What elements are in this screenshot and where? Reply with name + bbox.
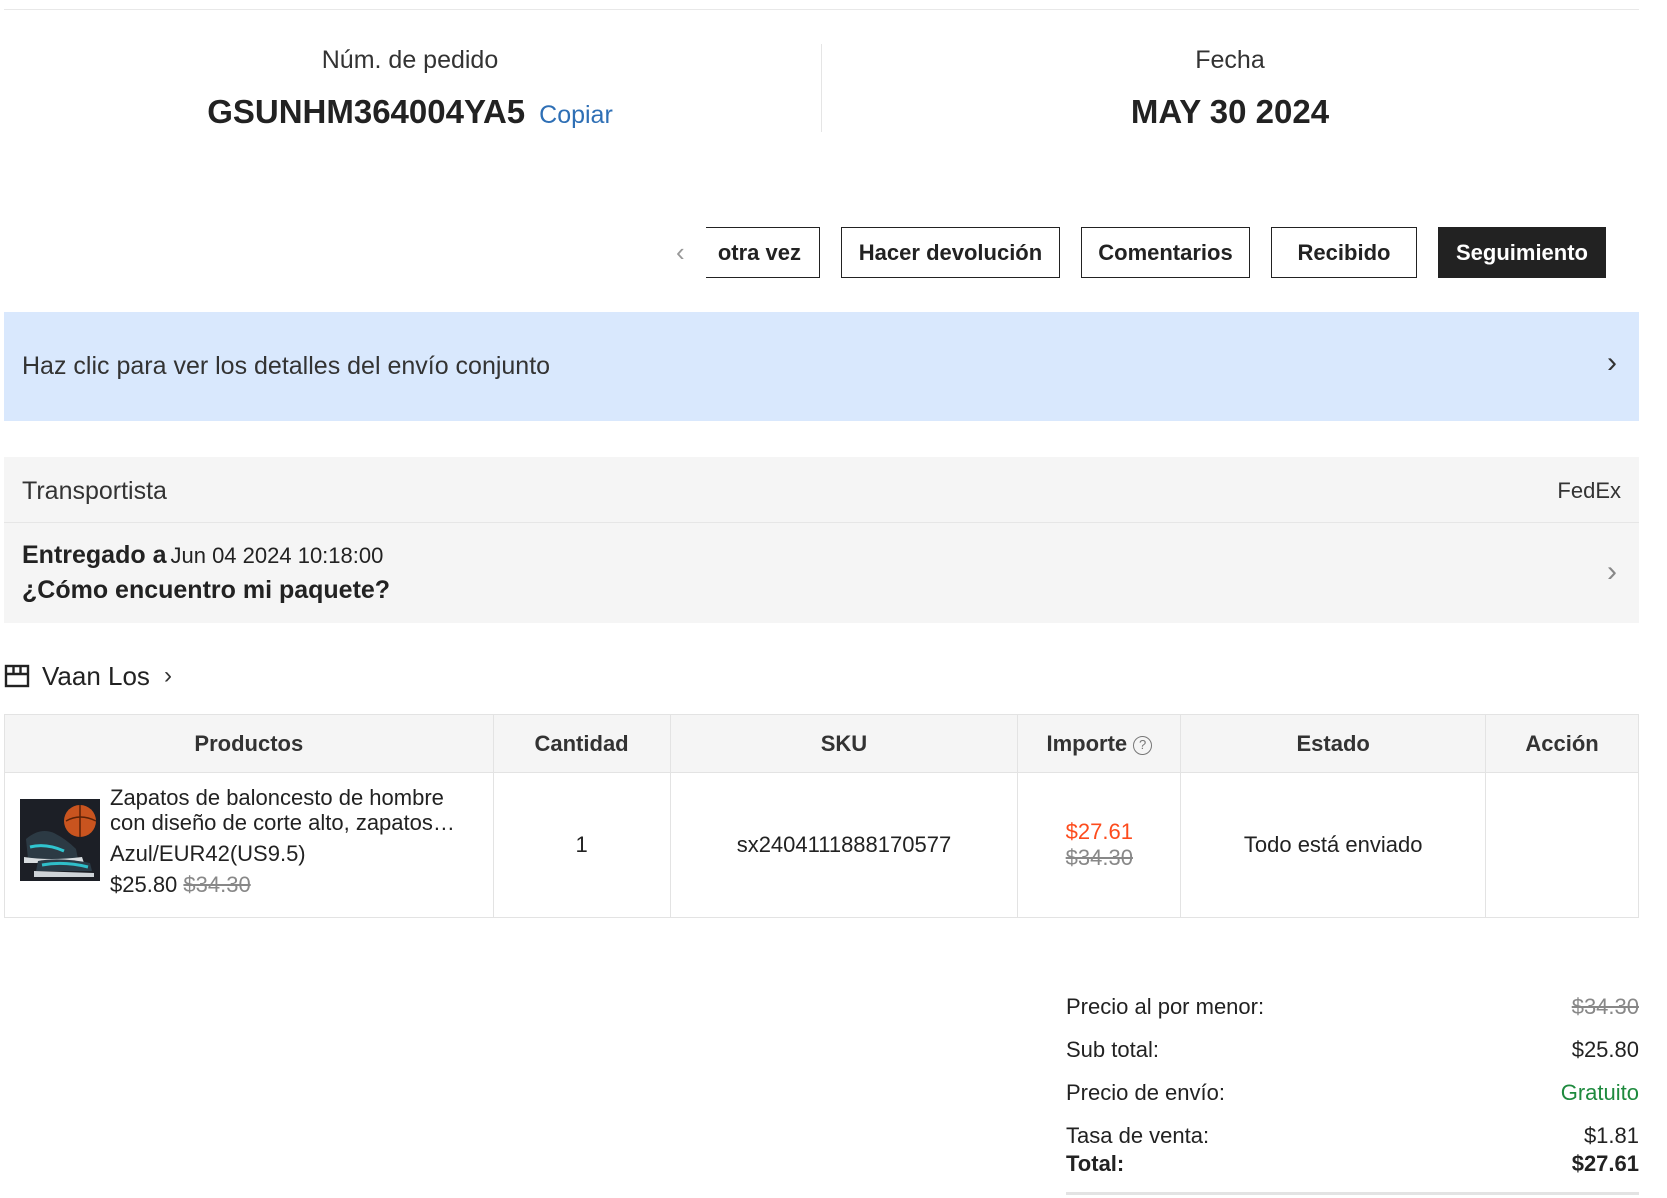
order-number-label: Núm. de pedido [321, 46, 499, 74]
received-button[interactable]: Recibido [1271, 227, 1417, 278]
retail-price-label: Precio al por menor: [1066, 994, 1265, 1019]
banner-text: Haz clic para ver los detalles del envío… [22, 352, 551, 380]
delivered-date: Jun 04 2024 10:18:00 [170, 543, 384, 568]
table-row: Zapatos de baloncesto de hombre con dise… [4, 772, 1639, 918]
header-products: Productos [4, 714, 494, 773]
chevron-right-icon: › [163, 662, 172, 689]
sales-tax-row: Tasa de venta: $1.81 [1066, 1119, 1639, 1148]
chevron-left-icon[interactable]: ‹ [676, 237, 685, 268]
amount-original: $34.30 [1065, 845, 1133, 870]
total-row: Total: $27.61 [1066, 1147, 1639, 1177]
sales-tax-label: Tasa de venta: [1066, 1123, 1210, 1148]
combined-shipping-banner[interactable]: Haz clic para ver los detalles del envío… [4, 312, 1639, 421]
shipping-price-value: Gratuito [1560, 1080, 1639, 1105]
order-date-label: Fecha [1195, 46, 1265, 74]
shipping-info: Transportista FedEx Entregado a Jun 04 20… [4, 457, 1639, 623]
header-quantity: Cantidad [492, 714, 671, 773]
carrier-label: Transportista [22, 477, 167, 505]
buy-again-button[interactable]: otra vez [706, 227, 820, 278]
return-button[interactable]: Hacer devolución [841, 227, 1060, 278]
retail-price-row: Precio al por menor: $34.30 [1066, 990, 1639, 1033]
find-package-link[interactable]: ¿Cómo encuentro mi paquete? [22, 576, 390, 605]
order-actions: ‹ otra vez Hacer devolución Comentarios … [0, 227, 1640, 279]
carrier-value: FedEx [1557, 478, 1621, 503]
sales-tax-value: $1.81 [1583, 1123, 1639, 1148]
total-value: $27.61 [1571, 1151, 1639, 1176]
carrier-row: Transportista FedEx [4, 457, 1639, 523]
product-name[interactable]: Zapatos de baloncesto de hombre con dise… [110, 785, 480, 835]
order-date-value: MAY 30 2024 [1130, 93, 1330, 130]
order-info: Núm. de pedido GSUNHM364004YA5 Copiar Fec… [0, 44, 1640, 134]
header-amount-label: Importe [1046, 730, 1128, 756]
store-link[interactable]: Vaan Los › [4, 656, 172, 696]
product-price: $25.80 [110, 872, 178, 897]
store-name: Vaan Los [42, 660, 150, 691]
order-number-value: GSUNHM364004YA5 [207, 93, 526, 130]
header-sku: SKU [669, 714, 1019, 773]
subtotal-value: $25.80 [1571, 1037, 1639, 1062]
quantity-cell: 1 [492, 772, 671, 918]
amount-cell: $27.61 $34.30 [1017, 772, 1182, 918]
retail-price-value: $34.30 [1571, 994, 1639, 1019]
product-thumbnail[interactable] [20, 799, 100, 881]
total-label: Total: [1066, 1151, 1125, 1176]
copy-button[interactable]: Copiar [539, 101, 613, 129]
header-status: Estado [1180, 714, 1487, 773]
product-cell: Zapatos de baloncesto de hombre con dise… [4, 772, 494, 918]
shipping-price-row: Precio de envío: Gratuito [1066, 1076, 1639, 1119]
delivery-status-row[interactable]: Entregado a Jun 04 2024 10:18:00 ¿Cómo en… [4, 523, 1639, 623]
delivered-label: Entregado a [22, 541, 167, 569]
shipping-price-label: Precio de envío: [1066, 1080, 1225, 1105]
sku-cell: sx2404111888170577 [669, 772, 1019, 918]
order-number-block: Núm. de pedido GSUNHM364004YA5 Copiar [0, 44, 820, 135]
header-amount: Importe? [1017, 714, 1182, 773]
order-summary: Precio al por menor: $34.30 Sub total: $… [1066, 990, 1639, 1177]
help-icon[interactable]: ? [1133, 735, 1153, 755]
summary-divider [1066, 1192, 1639, 1195]
order-date-block: Fecha MAY 30 2024 [820, 44, 1640, 132]
product-original-price: $34.30 [183, 872, 251, 897]
product-variant: Azul/EUR42(US9.5) [110, 841, 306, 866]
chevron-right-icon: › [1607, 555, 1617, 588]
subtotal-row: Sub total: $25.80 [1066, 1033, 1639, 1076]
subtotal-label: Sub total: [1066, 1037, 1159, 1062]
chevron-right-icon: › [1607, 346, 1617, 379]
products-table: Productos Cantidad SKU Importe? Estado A… [4, 714, 1639, 918]
tracking-button[interactable]: Seguimiento [1438, 227, 1606, 278]
top-divider [4, 9, 1639, 10]
action-cell [1485, 772, 1639, 918]
status-cell: Todo está enviado [1180, 772, 1487, 918]
comments-button[interactable]: Comentarios [1081, 227, 1250, 278]
store-icon [4, 664, 30, 688]
sneaker-image [20, 799, 100, 881]
amount-value: $27.61 [1065, 819, 1133, 844]
table-header: Productos Cantidad SKU Importe? Estado A… [4, 714, 1639, 773]
header-action: Acción [1485, 714, 1639, 773]
